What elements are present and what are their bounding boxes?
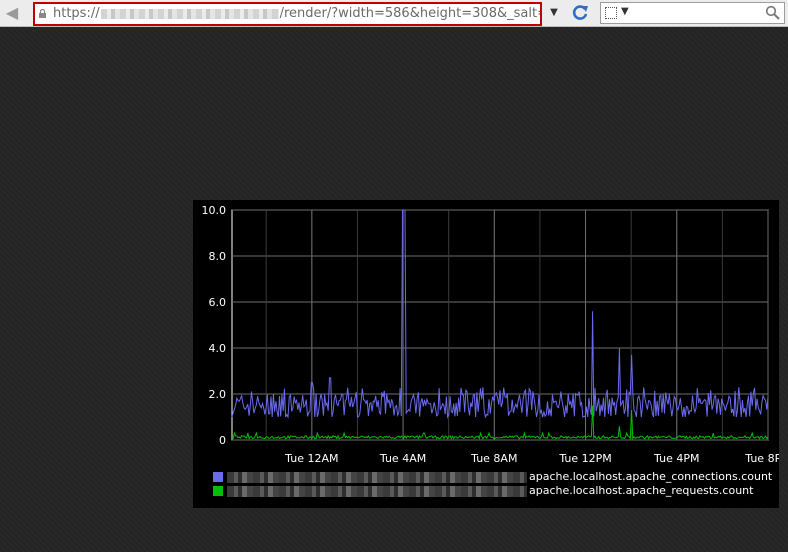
reload-icon[interactable] [570,3,590,23]
y-tick-label: 4.0 [209,342,227,355]
x-tick-label: Tue 12AM [284,452,338,465]
url-bar[interactable]: https:// /render/?width=586&height=308&_s… [33,2,542,26]
url-path: /render/?width=586&height=308&_salt=1370 [279,6,540,21]
series-line [231,209,769,419]
redacted-legend-prefix [227,486,527,497]
url-text: https:// /render/?width=586&height=308&_s… [53,6,540,21]
x-tick-label: Tue 4PM [653,452,699,465]
x-tick-label: Tue 4AM [379,452,426,465]
browser-toolbar: ◀ https:// /render/?width=586&height=308&… [0,0,788,27]
x-tick-label: Tue 8AM [470,452,517,465]
redacted-host [100,8,279,19]
legend-item-connections: apache.localhost.apache_connections.coun… [213,470,773,484]
y-tick-label: 8.0 [209,250,227,263]
legend-item-requests: apache.localhost.apache_requests.count [213,484,773,498]
search-engine-icon[interactable] [605,7,617,19]
back-arrow-icon[interactable]: ◀ [2,3,22,23]
search-icon[interactable] [765,5,781,21]
legend-label: apache.localhost.apache_connections.coun… [529,470,773,483]
url-prefix: https:// [53,6,100,21]
series-line [231,405,769,441]
legend-label: apache.localhost.apache_requests.count [529,484,754,497]
engine-chevron-down-icon[interactable]: ▼ [621,6,629,17]
lock-icon [39,9,46,18]
y-tick-label: 10.0 [202,204,227,217]
legend-swatch [213,472,223,482]
redacted-legend-prefix [227,472,527,483]
y-tick-label: 0 [219,434,226,447]
url-dropdown-chevron-down-icon[interactable]: ▼ [548,6,560,20]
y-tick-label: 2.0 [209,388,227,401]
graphite-graph: 10.0 8.0 6.0 4.0 2.0 0 Tue 12AM Tue 4AM Tue 8AM T… [193,200,779,508]
search-input[interactable] [636,4,768,24]
x-tick-label: Tue 8PM [744,452,779,465]
x-tick-label: Tue 12PM [558,452,611,465]
y-tick-label: 6.0 [209,296,227,309]
search-box[interactable]: ▼ [600,2,785,24]
legend-swatch [213,486,223,496]
plot-frame [231,209,769,441]
line-chart: 10.0 8.0 6.0 4.0 2.0 0 Tue 12AM Tue 4AM Tue 8AM T… [202,204,780,465]
